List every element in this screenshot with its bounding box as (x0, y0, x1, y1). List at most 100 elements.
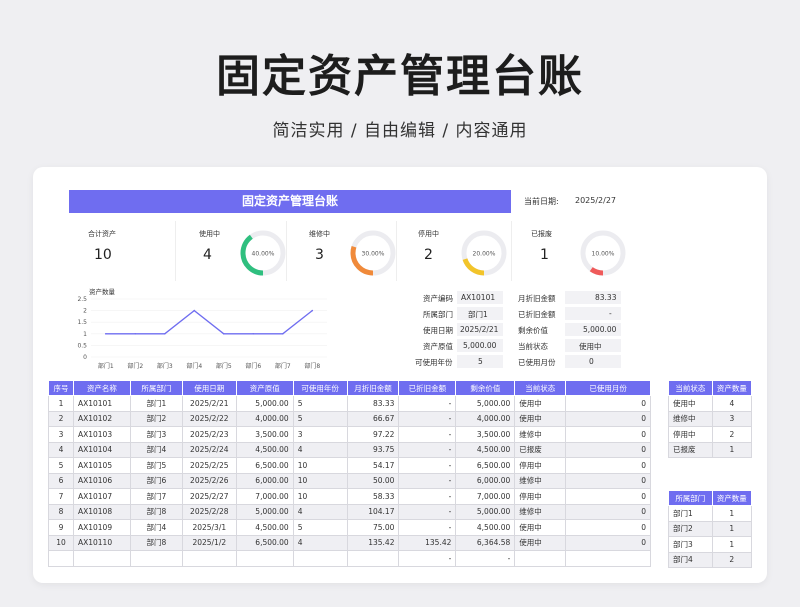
table-cell[interactable]: 50.00 (346, 472, 400, 489)
table-cell[interactable]: 0 (565, 534, 651, 551)
table-cell[interactable]: 0 (565, 519, 651, 536)
table-cell[interactable]: 7,000.00 (235, 488, 294, 505)
column-header[interactable]: 当前状态 (514, 380, 567, 396)
table-cell[interactable]: AX10107 (72, 488, 131, 505)
table-cell[interactable]: 10 (292, 472, 348, 489)
column-header[interactable]: 资产数量 (711, 380, 753, 396)
table-cell[interactable]: 8 (48, 503, 74, 520)
column-header[interactable]: 可使用年份 (292, 380, 348, 396)
table-cell[interactable]: 2025/2/23 (181, 426, 237, 443)
table-cell[interactable]: 5,000.00 (455, 395, 516, 412)
table-cell[interactable]: 2 (48, 410, 74, 427)
table-cell[interactable]: 0 (565, 472, 651, 489)
table-cell[interactable]: 0 (565, 441, 651, 458)
table-cell[interactable]: - (398, 457, 457, 474)
table-cell[interactable]: 66.67 (346, 410, 400, 427)
table-row[interactable]: 8 AX10108 部门8 2025/2/28 5,000.00 4 104.17-5,00… (48, 503, 651, 520)
table-cell[interactable]: 使用中 (514, 410, 567, 427)
table-cell[interactable]: 3 (48, 426, 74, 443)
column-header[interactable]: 月折旧金额 (346, 380, 400, 396)
table-row[interactable]: 5 AX10105 部门5 2025/2/25 6,500.00 10 54.17-6,50… (48, 457, 651, 474)
column-header[interactable]: 剩余价值 (455, 380, 516, 396)
table-cell[interactable] (292, 550, 348, 567)
table-cell[interactable]: 4 (292, 503, 348, 520)
table-cell[interactable]: 部门3 (129, 426, 183, 443)
table-row[interactable]: 4 AX10104 部门4 2025/2/24 4,500.00 4 93.75-4,500… (48, 441, 651, 458)
table-cell[interactable]: 7,000.00 (455, 488, 516, 505)
table-cell[interactable]: 54.17 (346, 457, 400, 474)
table-cell[interactable]: 2025/2/22 (181, 410, 237, 427)
table-cell[interactable]: - (398, 395, 457, 412)
table-cell[interactable]: 1 (48, 395, 74, 412)
table-cell[interactable]: 6,000.00 (455, 472, 516, 489)
table-cell[interactable] (235, 550, 294, 567)
asset-code-value[interactable]: AX10101 (461, 293, 495, 302)
table-cell[interactable]: 2025/2/28 (181, 503, 237, 520)
table-row[interactable]: 部门3 1 (668, 536, 753, 553)
table-cell[interactable]: 0 (565, 410, 651, 427)
table-cell[interactable]: 4,500.00 (455, 441, 516, 458)
table-cell[interactable]: 10 (292, 457, 348, 474)
table-cell[interactable]: 3 (292, 426, 348, 443)
table-cell[interactable]: 部门8 (129, 534, 183, 551)
table-cell[interactable]: 使用中 (514, 519, 567, 536)
table-cell[interactable]: 104.17 (346, 503, 400, 520)
column-header[interactable]: 已使用月份 (565, 380, 651, 396)
table-cell[interactable]: 5,000.00 (235, 503, 294, 520)
table-cell[interactable]: 部门1 (668, 505, 713, 522)
table-cell[interactable]: 2025/3/1 (181, 519, 237, 536)
table-cell[interactable]: 93.75 (346, 441, 400, 458)
table-cell[interactable]: 2 (711, 426, 753, 443)
table-cell[interactable]: 部门8 (129, 503, 183, 520)
table-cell[interactable]: 97.22 (346, 426, 400, 443)
table-cell[interactable]: 6,500.00 (235, 534, 294, 551)
table-cell[interactable]: AX10110 (72, 534, 131, 551)
table-cell[interactable]: 停用中 (514, 457, 567, 474)
table-cell[interactable]: 135.42 (346, 534, 400, 551)
table-cell[interactable]: 部门7 (129, 488, 183, 505)
table-cell[interactable]: 2025/2/24 (181, 441, 237, 458)
table-cell[interactable] (72, 550, 131, 567)
table-cell[interactable]: - (398, 441, 457, 458)
table-cell[interactable]: 5,000.00 (455, 503, 516, 520)
table-cell[interactable]: AX10108 (72, 503, 131, 520)
table-cell[interactable]: 0 (565, 457, 651, 474)
table-cell[interactable]: 2 (711, 551, 753, 568)
table-row[interactable]: 6 AX10106 部门6 2025/2/26 6,000.00 10 50.00-6,00… (48, 472, 651, 489)
table-cell[interactable]: - (398, 519, 457, 536)
table-cell[interactable]: 4 (292, 534, 348, 551)
table-row[interactable]: 9 AX10109 部门4 2025/3/1 4,500.00 5 75.00-4,500.… (48, 519, 651, 536)
table-cell[interactable]: 4,000.00 (235, 410, 294, 427)
table-cell[interactable]: 停用中 (514, 488, 567, 505)
table-cell[interactable]: 5 (292, 395, 348, 412)
table-cell[interactable]: 已报废 (514, 441, 567, 458)
table-cell[interactable]: 3,500.00 (235, 426, 294, 443)
table-cell[interactable]: 75.00 (346, 519, 400, 536)
table-row[interactable]: 7 AX10107 部门7 2025/2/27 7,000.00 10 58.33-7,00… (48, 488, 651, 505)
table-row[interactable]: 已报废 1 (668, 441, 753, 458)
table-cell[interactable]: 0 (565, 503, 651, 520)
table-cell[interactable]: 7 (48, 488, 74, 505)
table-cell[interactable]: 使用中 (514, 534, 567, 551)
table-cell[interactable]: 4,500.00 (235, 519, 294, 536)
table-cell[interactable]: 58.33 (346, 488, 400, 505)
table-cell[interactable]: 0 (565, 395, 651, 412)
table-row[interactable]: 1 AX10101 部门1 2025/2/21 5,000.00 5 83.33-5,000… (48, 395, 651, 412)
table-cell[interactable]: 部门1 (129, 395, 183, 412)
table-row[interactable]: 部门1 1 (668, 505, 753, 522)
table-cell[interactable]: - (398, 488, 457, 505)
column-header[interactable]: 资产名称 (72, 380, 131, 396)
table-cell[interactable]: 已报废 (668, 441, 713, 458)
table-cell[interactable]: 135.42 (398, 534, 457, 551)
table-cell[interactable] (181, 550, 237, 567)
table-cell[interactable]: 停用中 (668, 426, 713, 443)
table-row[interactable]: 10 AX10110 部门8 2025/1/2 6,500.00 4 135.42 135.4… (48, 534, 651, 551)
table-cell[interactable]: 部门4 (129, 519, 183, 536)
table-row[interactable]: 停用中 2 (668, 426, 753, 443)
table-cell[interactable]: 4,000.00 (455, 410, 516, 427)
table-cell[interactable]: 部门5 (129, 457, 183, 474)
table-cell[interactable]: 0 (565, 426, 651, 443)
table-cell[interactable]: AX10102 (72, 410, 131, 427)
table-row[interactable]: 维修中 3 (668, 410, 753, 427)
column-header[interactable]: 资产原值 (235, 380, 294, 396)
